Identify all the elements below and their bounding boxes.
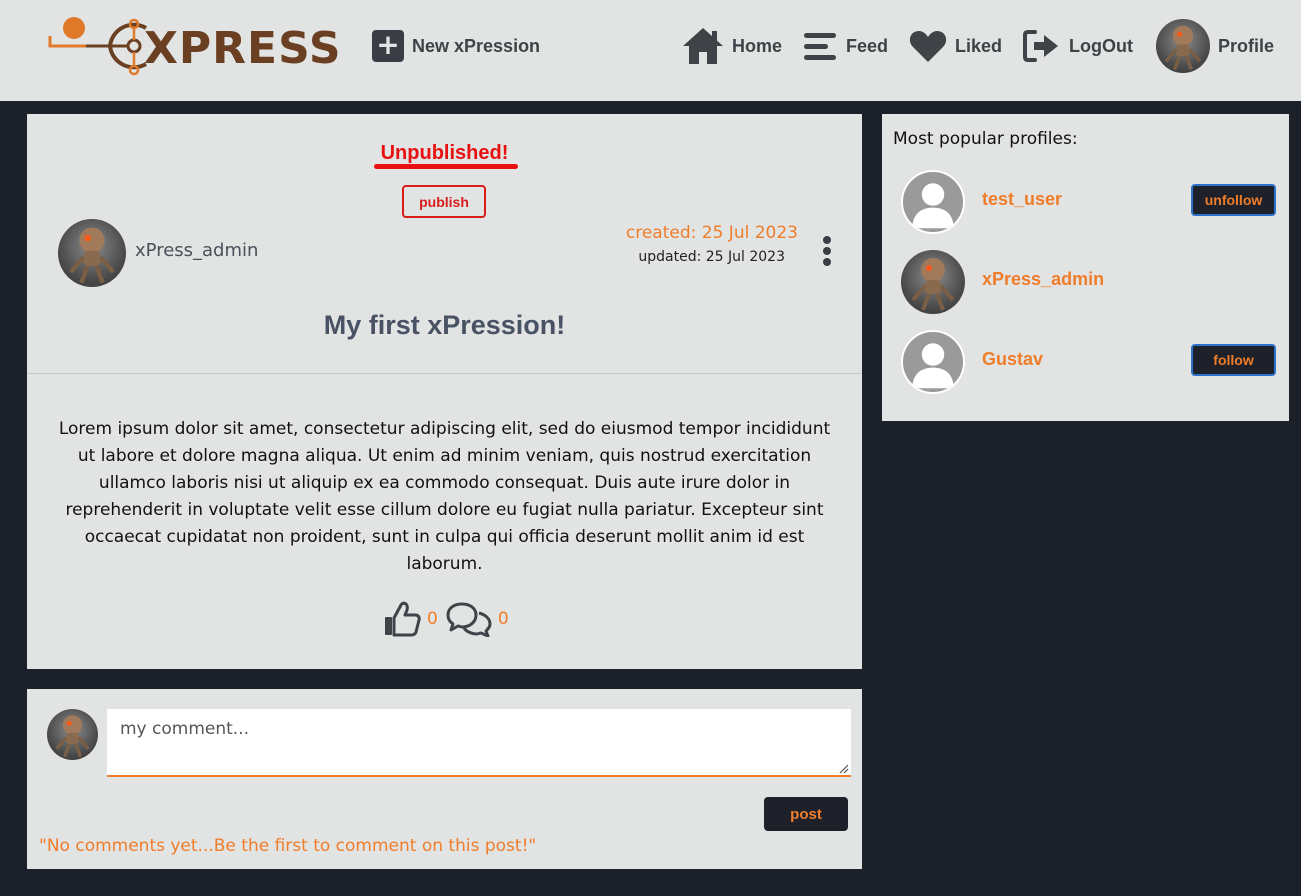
new-xpression-label: New xPression xyxy=(412,35,541,56)
robot-avatar-icon xyxy=(1164,25,1202,71)
sidebar-title: Most popular profiles: xyxy=(893,129,1078,149)
follow-button[interactable]: follow xyxy=(1191,344,1276,376)
profile-name[interactable]: Gustav xyxy=(982,349,1043,370)
nav-logout-label: LogOut xyxy=(1069,35,1133,56)
default-avatar-icon[interactable] xyxy=(901,170,965,234)
no-comments-message: "No comments yet...Be the first to comme… xyxy=(39,836,537,856)
created-date: created: 25 Jul 2023 xyxy=(625,223,798,243)
robot-avatar-icon xyxy=(55,715,90,758)
post-comment-button[interactable]: post xyxy=(764,797,848,831)
post-title: My first xPression! xyxy=(323,310,566,340)
comments-icon[interactable] xyxy=(446,601,492,637)
xpress-logo[interactable]: XPRESS xyxy=(48,16,341,80)
author-name[interactable]: xPress_admin xyxy=(135,240,258,261)
thumbs-up-icon[interactable] xyxy=(383,601,421,637)
kebab-vertical-icon[interactable] xyxy=(821,236,833,270)
bars-icon xyxy=(804,33,836,60)
divider xyxy=(27,373,862,374)
logo-text: XPRESS xyxy=(144,23,342,74)
profile-row: test_user unfollow xyxy=(882,170,1289,234)
logo-mark-icon xyxy=(48,17,148,76)
nav-home[interactable]: Home xyxy=(682,22,782,70)
comment-card: post "No comments yet...Be the first to … xyxy=(27,689,862,869)
robot-avatar-icon xyxy=(911,258,955,311)
comment-input[interactable] xyxy=(107,709,851,777)
comment-count: 0 xyxy=(497,609,509,629)
robot-avatar[interactable] xyxy=(901,250,965,314)
nav-profile[interactable]: Profile xyxy=(1156,19,1274,73)
popular-profiles-panel: Most popular profiles: test_user unfollo… xyxy=(882,114,1289,421)
reactions-bar: 0 0 xyxy=(383,601,517,637)
profile-name[interactable]: test_user xyxy=(982,189,1062,210)
house-icon xyxy=(683,28,723,64)
profile-row: xPress_admin xyxy=(882,250,1289,314)
logout-icon xyxy=(1023,30,1058,62)
nav-feed-label: Feed xyxy=(846,35,889,56)
publish-button[interactable]: publish xyxy=(402,185,486,218)
like-count: 0 xyxy=(427,609,438,629)
nav-logout[interactable]: LogOut xyxy=(1023,22,1133,70)
post-card: Unpublished! publish xPress_admin create… xyxy=(27,114,862,669)
nav-home-label: Home xyxy=(732,35,783,56)
new-xpression-button[interactable]: + New xPression xyxy=(372,30,540,62)
profile-name[interactable]: xPress_admin xyxy=(982,269,1104,290)
nav-feed[interactable]: Feed xyxy=(802,22,888,70)
resize-handle-icon[interactable] xyxy=(839,764,849,774)
nav-liked-label: Liked xyxy=(955,35,1003,56)
nav-profile-label: Profile xyxy=(1218,35,1275,56)
navbar: XPRESS + New xPression Home Feed Liked L… xyxy=(0,0,1301,101)
author-avatar[interactable] xyxy=(58,219,126,287)
robot-avatar-icon xyxy=(69,227,115,284)
unpublished-status: Unpublished! xyxy=(380,142,509,164)
profile-row: Gustav follow xyxy=(882,330,1289,394)
heart-icon xyxy=(909,31,947,62)
avatar xyxy=(47,709,98,760)
updated-date: updated: 25 Jul 2023 xyxy=(638,249,785,265)
plus-square-icon: + xyxy=(372,30,404,62)
avatar xyxy=(1156,19,1210,73)
post-body: Lorem ipsum dolor sit amet, consectetur … xyxy=(58,419,831,574)
unfollow-button[interactable]: unfollow xyxy=(1191,184,1276,216)
status-underline xyxy=(374,164,518,169)
default-avatar-icon[interactable] xyxy=(901,330,965,394)
nav-liked[interactable]: Liked xyxy=(909,22,1002,70)
